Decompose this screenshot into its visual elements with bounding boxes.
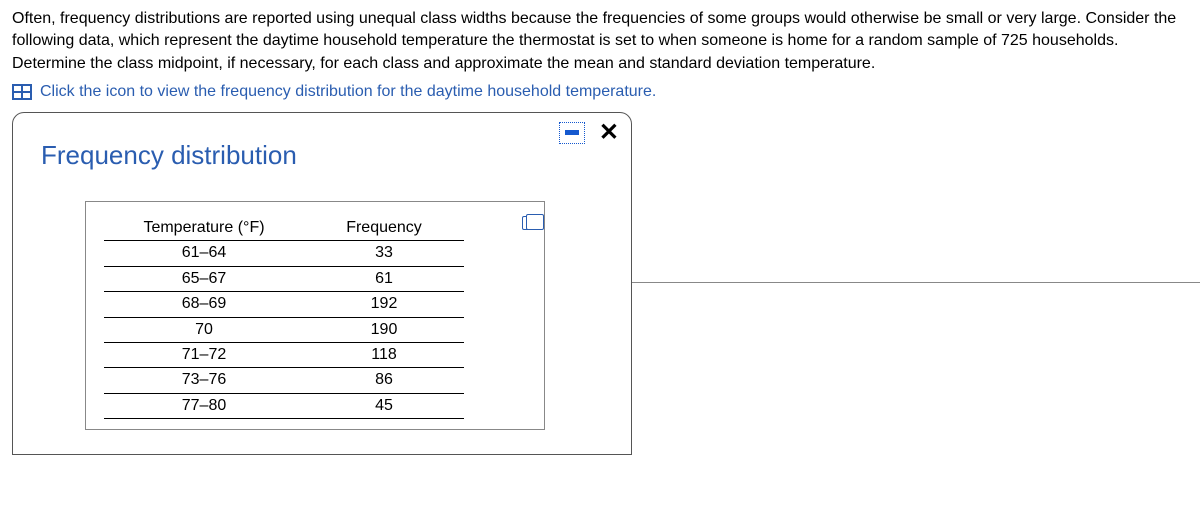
cell-temperature: 65–67 (104, 266, 304, 291)
cell-temperature: 71–72 (104, 342, 304, 367)
table-row: 61–64 33 (104, 241, 464, 266)
minimize-button[interactable] (559, 122, 585, 144)
hint-row: Click the icon to view the frequency dis… (12, 81, 1188, 103)
table-row: 68–69 192 (104, 292, 464, 317)
frequency-table-container: Temperature (°F) Frequency 61–64 33 65–6… (85, 201, 545, 430)
table-row: 73–76 86 (104, 368, 464, 393)
cell-frequency: 33 (304, 241, 464, 266)
frequency-dialog: ✕ Frequency distribution Temperature (°F… (12, 112, 632, 456)
cell-frequency: 190 (304, 317, 464, 342)
cell-frequency: 45 (304, 393, 464, 418)
close-icon: ✕ (599, 119, 619, 146)
table-row: 77–80 45 (104, 393, 464, 418)
header-temperature: Temperature (°F) (104, 216, 304, 241)
cell-frequency: 192 (304, 292, 464, 317)
cell-temperature: 70 (104, 317, 304, 342)
table-row: 71–72 118 (104, 342, 464, 367)
copy-icon[interactable] (522, 216, 538, 230)
cell-temperature: 61–64 (104, 241, 304, 266)
question-text: Often, frequency distributions are repor… (12, 8, 1188, 75)
table-row: 65–67 61 (104, 266, 464, 291)
close-button[interactable]: ✕ (595, 121, 623, 145)
cell-temperature: 77–80 (104, 393, 304, 418)
dialog-title: Frequency distribution (41, 137, 607, 173)
cell-frequency: 61 (304, 266, 464, 291)
header-frequency: Frequency (304, 216, 464, 241)
table-icon[interactable] (12, 84, 32, 100)
cell-frequency: 118 (304, 342, 464, 367)
cell-temperature: 68–69 (104, 292, 304, 317)
hint-text: Click the icon to view the frequency dis… (40, 81, 656, 103)
frequency-table: Temperature (°F) Frequency 61–64 33 65–6… (104, 216, 464, 419)
table-row: 70 190 (104, 317, 464, 342)
cell-temperature: 73–76 (104, 368, 304, 393)
cell-frequency: 86 (304, 368, 464, 393)
minimize-icon (565, 130, 579, 135)
